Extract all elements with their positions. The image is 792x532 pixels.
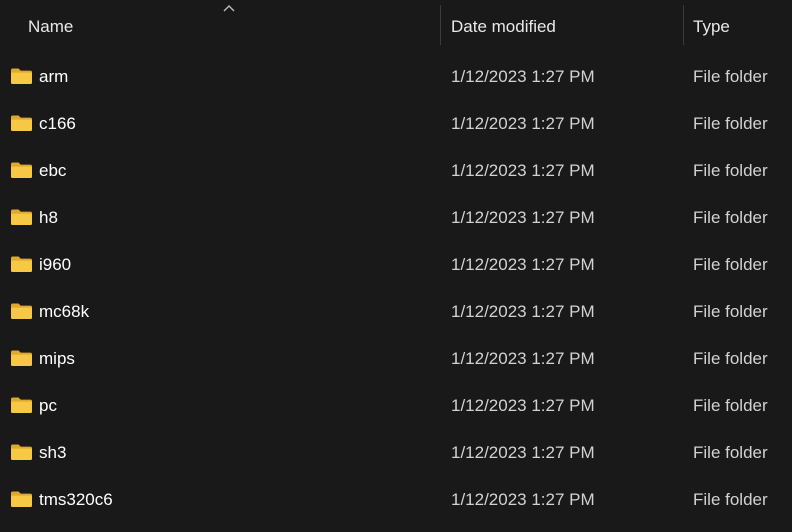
file-date-modified: 1/12/2023 1:27 PM xyxy=(451,114,595,133)
file-date-modified: 1/12/2023 1:27 PM xyxy=(451,396,595,415)
file-date-modified: 1/12/2023 1:27 PM xyxy=(451,161,595,180)
file-type: File folder xyxy=(693,255,768,274)
folder-icon xyxy=(11,303,32,319)
file-type: File folder xyxy=(693,443,768,462)
chevron-up-icon xyxy=(223,5,235,12)
file-name: mc68k xyxy=(39,302,90,321)
file-date-modified: 1/12/2023 1:27 PM xyxy=(451,302,595,321)
file-list-view: Name Date modified Type arm 1/12/2023 1:… xyxy=(0,0,792,532)
file-row-mips[interactable]: mips 1/12/2023 1:27 PM File folder xyxy=(0,335,792,382)
file-name: mips xyxy=(39,349,75,368)
column-header-type-label: Type xyxy=(693,16,730,36)
file-name: tms320c6 xyxy=(39,490,113,509)
folder-icon xyxy=(11,115,32,131)
file-type: File folder xyxy=(693,396,768,415)
column-header-date-modified[interactable]: Date modified xyxy=(451,0,681,53)
column-header-bar: Name Date modified Type xyxy=(0,0,792,53)
folder-icon xyxy=(11,397,32,413)
file-date-modified: 1/12/2023 1:27 PM xyxy=(451,208,595,227)
file-date-modified: 1/12/2023 1:27 PM xyxy=(451,67,595,86)
folder-icon xyxy=(11,256,32,272)
file-date-modified: 1/12/2023 1:27 PM xyxy=(451,255,595,274)
folder-icon xyxy=(11,68,32,84)
file-date-modified: 1/12/2023 1:27 PM xyxy=(451,490,595,509)
file-row-ebc[interactable]: ebc 1/12/2023 1:27 PM File folder xyxy=(0,147,792,194)
file-name: pc xyxy=(39,396,57,415)
file-row-pc[interactable]: pc 1/12/2023 1:27 PM File folder xyxy=(0,382,792,429)
folder-icon xyxy=(11,350,32,366)
file-type: File folder xyxy=(693,302,768,321)
folder-icon xyxy=(11,209,32,225)
file-row-c166[interactable]: c166 1/12/2023 1:27 PM File folder xyxy=(0,100,792,147)
file-row-i960[interactable]: i960 1/12/2023 1:27 PM File folder xyxy=(0,241,792,288)
file-date-modified: 1/12/2023 1:27 PM xyxy=(451,349,595,368)
column-divider-date-type[interactable] xyxy=(683,5,684,45)
file-type: File folder xyxy=(693,67,768,86)
file-type: File folder xyxy=(693,161,768,180)
column-header-date-label: Date modified xyxy=(451,16,556,36)
file-type: File folder xyxy=(693,490,768,509)
file-row-sh3[interactable]: sh3 1/12/2023 1:27 PM File folder xyxy=(0,429,792,476)
file-name: arm xyxy=(39,67,69,86)
file-name: ebc xyxy=(39,161,67,180)
file-name: sh3 xyxy=(39,443,67,462)
file-type: File folder xyxy=(693,114,768,133)
folder-icon xyxy=(11,491,32,507)
file-type: File folder xyxy=(693,208,768,227)
file-name: c166 xyxy=(39,114,76,133)
file-row-mc68k[interactable]: mc68k 1/12/2023 1:27 PM File folder xyxy=(0,288,792,335)
column-divider-name-date[interactable] xyxy=(440,5,441,45)
folder-icon xyxy=(11,444,32,460)
file-type: File folder xyxy=(693,349,768,368)
file-row-h8[interactable]: h8 1/12/2023 1:27 PM File folder xyxy=(0,194,792,241)
column-header-type[interactable]: Type xyxy=(693,0,792,53)
file-name: h8 xyxy=(39,208,58,227)
file-row-arm[interactable]: arm 1/12/2023 1:27 PM File folder xyxy=(0,53,792,100)
file-row-tms320c6[interactable]: tms320c6 1/12/2023 1:27 PM File folder xyxy=(0,476,792,523)
folder-icon xyxy=(11,162,32,178)
file-date-modified: 1/12/2023 1:27 PM xyxy=(451,443,595,462)
file-rows: arm 1/12/2023 1:27 PM File folder c166 1… xyxy=(0,53,792,523)
file-name: i960 xyxy=(39,255,72,274)
column-header-name-label: Name xyxy=(28,16,74,36)
